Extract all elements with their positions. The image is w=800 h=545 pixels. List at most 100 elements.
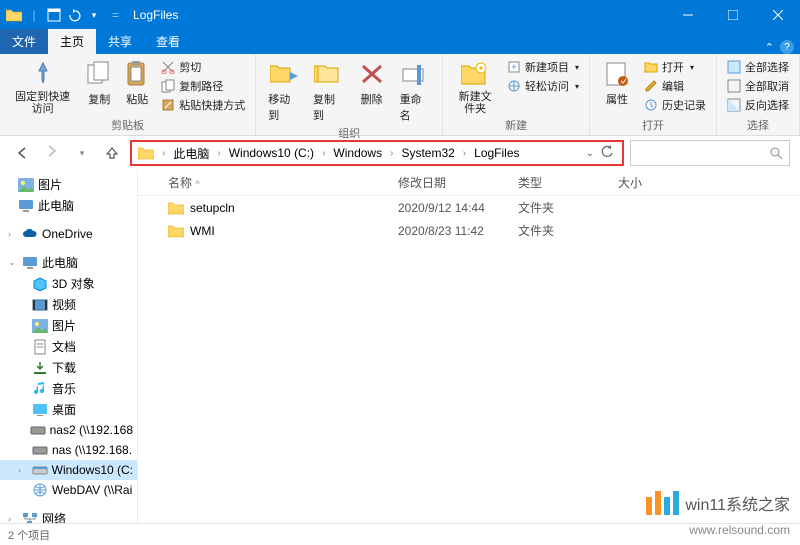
rename-button[interactable]: 重命名 [394, 56, 437, 123]
svg-text:+: + [511, 62, 516, 72]
select-none-button[interactable]: 全部取消 [723, 77, 793, 95]
close-button[interactable] [755, 0, 800, 30]
back-button[interactable] [10, 141, 34, 165]
column-size[interactable]: 大小 [608, 174, 688, 191]
folder-icon [138, 145, 154, 161]
up-button[interactable] [100, 141, 124, 165]
nav-nas2[interactable]: nas2 (\\192.168 [0, 420, 137, 440]
paste-button[interactable]: 粘贴 [119, 56, 155, 107]
chevron-right-icon[interactable]: › [318, 148, 329, 159]
folder-icon [6, 4, 22, 26]
nav-music[interactable]: 音乐 [0, 378, 137, 399]
statusbar: 2 个项目 [0, 523, 800, 545]
tab-file[interactable]: 文件 [0, 29, 48, 54]
column-date[interactable]: 修改日期 [388, 174, 508, 191]
search-input[interactable] [630, 140, 790, 166]
new-item-button[interactable]: + 新建项目▾ [503, 58, 583, 76]
column-name[interactable]: 名称 ^ [158, 174, 388, 191]
file-type: 文件夹 [508, 222, 608, 239]
column-headers: 名称 ^ 修改日期 类型 大小 [138, 170, 800, 196]
svg-text:✦: ✦ [478, 64, 485, 73]
file-name: setupcln [190, 201, 235, 215]
nav-onedrive[interactable]: › OneDrive [0, 224, 137, 244]
pin-button[interactable]: 固定到快速访问 [6, 56, 79, 115]
nav-downloads[interactable]: 下载 [0, 357, 137, 378]
tab-view[interactable]: 查看 [144, 29, 192, 54]
move-to-button[interactable]: 移动到 [262, 56, 305, 123]
column-type[interactable]: 类型 [508, 174, 608, 191]
group-clipboard-label: 剪贴板 [6, 115, 249, 133]
nav-this-pc-quick[interactable]: 此电脑 [0, 195, 137, 216]
help-icon[interactable]: ? [780, 40, 794, 54]
nav-windows10-c[interactable]: › Windows10 (C: [0, 460, 137, 480]
delete-button[interactable]: 删除 [352, 56, 392, 107]
copy-path-button[interactable]: 复制路径 [157, 77, 249, 95]
chevron-right-icon[interactable]: › [158, 148, 169, 159]
open-button[interactable]: 打开▾ [640, 58, 710, 76]
nav-3d-objects[interactable]: 3D 对象 [0, 273, 137, 294]
file-row[interactable]: WMI 2020/8/23 11:42 文件夹 [138, 219, 800, 242]
qat-sep-icon: | [26, 4, 42, 26]
nav-network[interactable]: › 网络 [0, 508, 137, 523]
breadcrumb[interactable]: › 此电脑 › Windows10 (C:) › Windows › Syste… [130, 140, 624, 166]
watermark-logo: win11系统之家 [646, 491, 790, 515]
ribbon-tabs: 文件 主页 共享 查看 ⌃ ? [0, 30, 800, 54]
file-name: WMI [190, 224, 215, 238]
maximize-button[interactable] [710, 0, 755, 30]
breadcrumb-seg[interactable]: Windows10 (C:) [227, 146, 316, 160]
recent-dropdown[interactable]: ▾ [70, 141, 94, 165]
breadcrumb-seg[interactable]: LogFiles [472, 146, 521, 160]
history-button[interactable]: 历史记录 [640, 96, 710, 114]
undo-qat-icon[interactable] [66, 4, 82, 26]
properties-qat-icon[interactable] [46, 4, 62, 26]
easy-access-button[interactable]: 轻松访问▾ [503, 77, 583, 95]
breadcrumb-seg[interactable]: 此电脑 [171, 145, 211, 162]
chevron-right-icon[interactable]: › [459, 148, 470, 159]
file-date: 2020/9/12 14:44 [388, 201, 508, 215]
folder-icon [168, 224, 184, 238]
edit-button[interactable]: 编辑 [640, 77, 710, 95]
breadcrumb-seg[interactable]: System32 [399, 146, 456, 160]
paste-shortcut-button[interactable]: 粘贴快捷方式 [157, 96, 249, 114]
address-dropdown-icon[interactable]: ⌄ [586, 148, 594, 159]
item-count: 2 个项目 [8, 527, 50, 543]
nav-pictures-sub[interactable]: 图片 [0, 315, 137, 336]
nav-nas[interactable]: nas (\\192.168. [0, 440, 137, 460]
forward-button[interactable] [40, 141, 64, 165]
tab-share[interactable]: 共享 [96, 29, 144, 54]
nav-webdav[interactable]: WebDAV (\\Rai [0, 480, 137, 500]
group-select-label: 选择 [723, 115, 793, 133]
qat-dropdown-icon[interactable]: ▾ [86, 4, 102, 26]
properties-button[interactable]: 属性 [596, 56, 638, 107]
folder-icon [168, 201, 184, 215]
ribbon-collapse-icon[interactable]: ⌃ [765, 41, 774, 54]
copy-to-button[interactable]: 复制到 [307, 56, 350, 123]
nav-videos[interactable]: 视频 [0, 294, 137, 315]
window-title: LogFiles [131, 8, 665, 22]
chevron-right-icon[interactable]: › [213, 148, 224, 159]
new-folder-button[interactable]: ✦ 新建文件夹 [449, 56, 501, 115]
cut-button[interactable]: 剪切 [157, 58, 249, 76]
group-new-label: 新建 [449, 115, 583, 133]
address-row: ▾ › 此电脑 › Windows10 (C:) › Windows › Sys… [0, 136, 800, 170]
minimize-button[interactable] [665, 0, 710, 30]
navigation-pane: 图片 此电脑 › OneDrive ⌄ 此电脑 3D 对象 视频 [0, 170, 138, 523]
refresh-icon[interactable] [600, 145, 614, 162]
file-row[interactable]: setupcln 2020/9/12 14:44 文件夹 [138, 196, 800, 219]
ribbon: 固定到快速访问 复制 粘贴 剪切 复制路径 [0, 54, 800, 136]
sort-indicator-icon: ^ [195, 179, 199, 189]
select-all-button[interactable]: 全部选择 [723, 58, 793, 76]
nav-desktop[interactable]: 桌面 [0, 399, 137, 420]
invert-selection-button[interactable]: 反向选择 [723, 96, 793, 114]
nav-this-pc[interactable]: ⌄ 此电脑 [0, 252, 137, 273]
nav-pictures[interactable]: 图片 [0, 174, 137, 195]
file-view: 名称 ^ 修改日期 类型 大小 setupcln 2020/9/12 14:44… [138, 170, 800, 523]
breadcrumb-seg[interactable]: Windows [331, 146, 384, 160]
group-organize-label: 组织 [262, 123, 436, 141]
copy-button[interactable]: 复制 [81, 56, 117, 107]
tab-home[interactable]: 主页 [48, 29, 96, 54]
chevron-right-icon[interactable]: › [386, 148, 397, 159]
group-open-label: 打开 [596, 115, 710, 133]
nav-documents[interactable]: 文档 [0, 336, 137, 357]
file-type: 文件夹 [508, 199, 608, 216]
